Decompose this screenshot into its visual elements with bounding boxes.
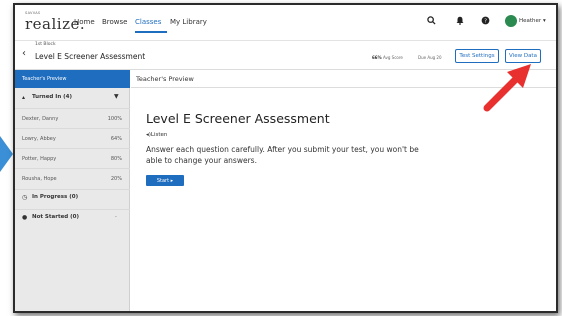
student-sidebar: Teacher's Preview ▴ Turned In (4) ▼ Dext… <box>15 70 130 311</box>
student-score: 20% <box>110 176 122 182</box>
app-window: SAVVAS realize. Home Browse Classes My L… <box>13 3 558 313</box>
clock-icon: ◷ <box>22 194 28 201</box>
average-score-value: 66% <box>372 55 382 60</box>
average-score-label: Avg Score <box>383 55 403 60</box>
listen-label: Listen <box>150 132 168 138</box>
student-name: Dexter, Danny <box>22 116 59 122</box>
dot-icon: ● <box>22 214 28 221</box>
student-score: 80% <box>110 156 122 162</box>
nav-classes[interactable]: Classes <box>135 18 161 26</box>
preview-header-title: Teacher's Preview <box>136 75 194 83</box>
student-name: Lowry, Abbey <box>22 136 56 142</box>
start-label: Start <box>156 177 170 184</box>
turned-in-label: Turned In (4) <box>32 94 73 100</box>
help-icon[interactable]: ? <box>481 16 490 28</box>
sidebar-item-teachers-preview[interactable]: Teacher's Preview <box>15 70 130 88</box>
view-data-button[interactable]: View Data <box>505 49 541 63</box>
svg-text:?: ? <box>484 19 487 25</box>
in-progress-label: In Progress (0) <box>32 194 79 200</box>
user-avatar[interactable] <box>505 15 517 27</box>
test-settings-button[interactable]: Test Settings <box>455 49 499 63</box>
assessment-title: Level E Screener Assessment <box>35 52 146 61</box>
nav-active-underline <box>135 31 167 33</box>
top-navigation: SAVVAS realize. Home Browse Classes My L… <box>15 5 556 41</box>
background-arrow-shape <box>0 136 13 172</box>
nav-home[interactable]: Home <box>74 18 95 26</box>
question-title: Level E Screener Assessment <box>146 111 330 126</box>
nav-browse[interactable]: Browse <box>102 18 128 26</box>
start-button[interactable]: Start ▸ <box>146 175 184 186</box>
student-name: Potter, Happy <box>22 156 57 162</box>
student-row[interactable]: Rousha, Hope 20% <box>15 168 130 188</box>
student-row[interactable]: Potter, Happy 80% <box>15 148 130 168</box>
student-row[interactable]: Lowry, Abbey 64% <box>15 128 130 148</box>
bell-icon[interactable] <box>456 16 464 28</box>
search-icon[interactable] <box>427 16 436 28</box>
inbox-icon: ▴ <box>22 94 26 101</box>
student-score: 100% <box>107 116 122 122</box>
caret-down-icon: ▼ <box>114 93 119 100</box>
turned-in-section[interactable]: ▴ Turned In (4) ▼ <box>15 90 130 106</box>
back-icon[interactable]: ‹ <box>22 48 26 59</box>
student-row[interactable]: Dexter, Danny 100% <box>15 108 130 128</box>
not-started-label: Not Started (0) <box>32 214 80 220</box>
chevron-down-icon: ▾ <box>542 18 546 24</box>
in-progress-section[interactable]: ◷ In Progress (0) <box>15 189 130 205</box>
logo-subtext: SAVVAS <box>25 11 41 15</box>
nav-my-library[interactable]: My Library <box>170 18 207 26</box>
instructions-text: Answer each question carefully. After yo… <box>146 145 419 165</box>
class-name: 1st Block <box>35 42 56 47</box>
due-date: Due Aug 20 <box>418 55 442 60</box>
listen-button[interactable]: ◂)Listen <box>146 132 167 138</box>
student-score: 64% <box>110 136 122 142</box>
chevron-right-icon: ▸ <box>170 177 174 184</box>
not-started-score: - <box>115 214 117 220</box>
annotation-arrow-icon <box>483 64 531 112</box>
not-started-section[interactable]: ● Not Started (0) - <box>15 209 130 225</box>
user-menu[interactable]: Heather ▾ <box>519 18 546 24</box>
user-name-label: Heather <box>519 18 542 24</box>
student-name: Rousha, Hope <box>22 176 57 182</box>
